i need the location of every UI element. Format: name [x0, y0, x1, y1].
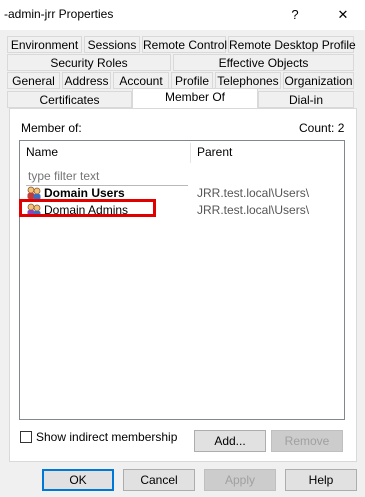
close-button[interactable]: ✕ — [331, 5, 355, 25]
tab-security-roles[interactable]: Security Roles — [7, 54, 171, 71]
cancel-button[interactable]: Cancel — [123, 469, 195, 491]
member-of-label: Member of: — [21, 121, 82, 135]
member-parent: JRR.test.local\Users\ — [197, 186, 310, 200]
tab-address[interactable]: Address — [62, 72, 111, 89]
help-button[interactable]: Help — [285, 469, 357, 491]
member-list[interactable]: Name Parent Domain Users JRR.test.local\… — [19, 140, 345, 420]
tab-certificates[interactable]: Certificates — [7, 91, 132, 108]
add-button[interactable]: Add... — [194, 430, 266, 452]
tab-remote-desktop-profile[interactable]: Remote Desktop Profile — [228, 36, 356, 53]
tab-environment[interactable]: Environment — [7, 36, 82, 53]
highlight-annotation — [19, 199, 156, 217]
window-title: -admin-jrr Properties — [4, 7, 114, 21]
apply-button[interactable]: Apply — [204, 469, 276, 491]
show-indirect-checkbox[interactable] — [20, 431, 32, 443]
member-name: Domain Users — [44, 186, 125, 200]
count-label: Count: 2 — [299, 121, 345, 135]
ok-button[interactable]: OK — [42, 469, 114, 491]
member-parent: JRR.test.local\Users\ — [197, 203, 310, 217]
tab-effective-objects[interactable]: Effective Objects — [173, 54, 354, 71]
tab-sessions[interactable]: Sessions — [84, 36, 140, 53]
tab-organization[interactable]: Organization — [283, 72, 354, 89]
column-header-name[interactable]: Name — [20, 141, 190, 165]
tab-dial-in[interactable]: Dial-in — [258, 91, 354, 108]
tab-account[interactable]: Account — [113, 72, 169, 89]
help-title-button[interactable]: ? — [283, 5, 307, 25]
tab-remote-control[interactable]: Remote Control — [142, 36, 227, 53]
tab-telephones[interactable]: Telephones — [215, 72, 281, 89]
show-indirect-label[interactable]: Show indirect membership — [36, 430, 177, 444]
remove-button[interactable]: Remove — [271, 430, 343, 452]
title-bar: -admin-jrr Properties ? ✕ — [0, 0, 365, 30]
tab-general[interactable]: General — [7, 72, 60, 89]
tab-profile[interactable]: Profile — [171, 72, 213, 89]
column-header-parent[interactable]: Parent — [191, 141, 341, 165]
filter-input[interactable] — [26, 167, 188, 186]
tab-member-of[interactable]: Member Of — [132, 88, 258, 108]
